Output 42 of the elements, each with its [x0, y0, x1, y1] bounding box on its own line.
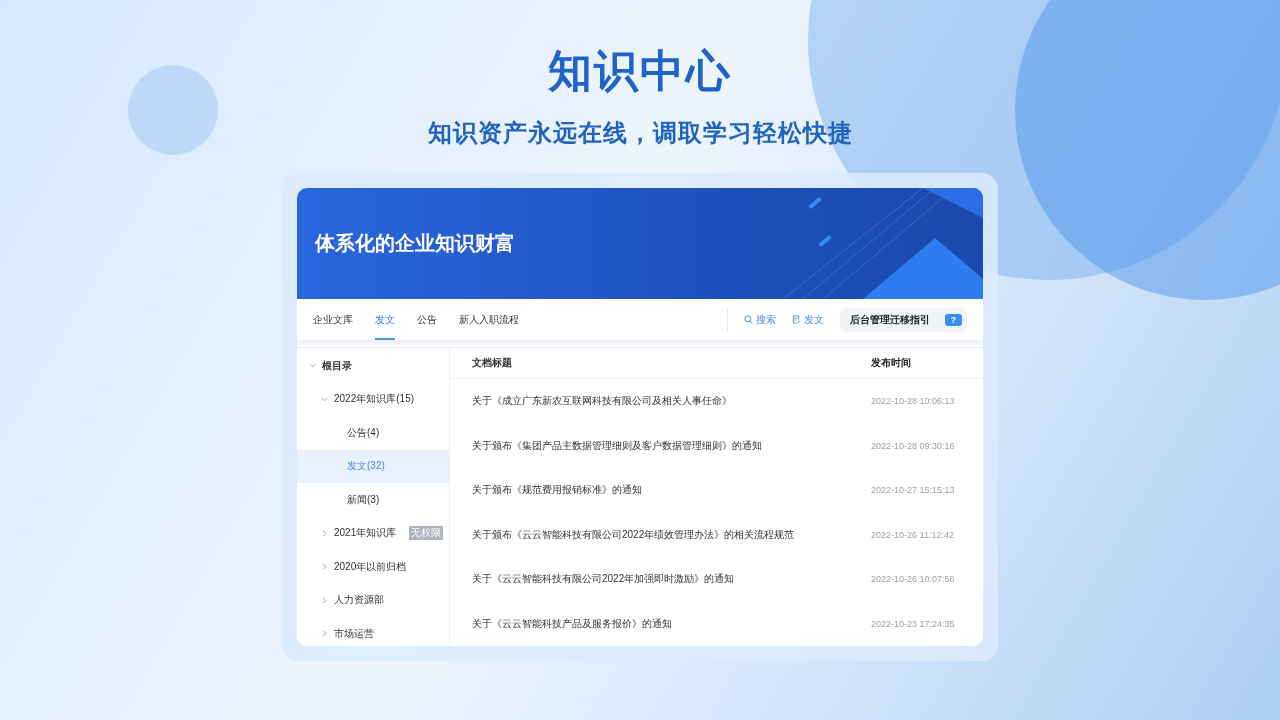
post-link[interactable]: 发文	[791, 312, 824, 327]
tree-item[interactable]: 人力资源部	[297, 583, 449, 617]
publish-time-cell-text: 2022-10-28 10:06:13	[871, 396, 956, 407]
document-title-cell[interactable]: 关于颁布《集团产品主数据管理细则及客户数据管理细则》的通知	[450, 438, 871, 453]
page-title: 知识中心	[548, 45, 732, 97]
nav-tab[interactable]: 企业文库	[313, 299, 353, 340]
publish-time-cell-text: 2022-10-26 10:07:56	[871, 574, 956, 585]
chevron-right-icon[interactable]	[321, 563, 328, 571]
publish-time-cell-text: 2022-10-26 11:12:42	[871, 529, 955, 540]
publish-time-cell-text: 2022-10-23 17:24:35	[871, 618, 956, 629]
tree-item[interactable]: 新闻(3)	[297, 483, 449, 517]
nav-tab[interactable]: 公告	[417, 299, 437, 340]
document-title-cell[interactable]: 关于《云云智能科技有限公司2022年加强即时激励》的通知	[450, 572, 871, 587]
column-header: 文档标题	[471, 356, 513, 370]
tree-item[interactable]: 2021年知识库 无权限	[297, 516, 449, 550]
document-title-cell[interactable]: 关于《云云智能科技产品及服务报价》的通知	[450, 616, 871, 631]
tree-item[interactable]: 2020年以前归档	[297, 550, 449, 584]
chevron-right-icon[interactable]	[321, 529, 328, 537]
tree-item[interactable]: 市场运营	[297, 617, 449, 646]
tree-item[interactable]: 2022年知识库(15)	[297, 382, 449, 416]
nav-tab[interactable]: 新人入职流程	[459, 299, 519, 340]
tree-item[interactable]: 根目录	[297, 349, 449, 383]
guide-button[interactable]: 后台管理迁移指引 ?	[839, 307, 967, 332]
help-badge: ?	[944, 313, 962, 326]
publish-time-cell-text: 2022-10-28 09:30:16	[871, 440, 956, 451]
document-title-cell[interactable]: 关于颁布《规范费用报销标准》的通知	[450, 483, 871, 498]
chevron-down-icon[interactable]	[321, 395, 328, 403]
document-edit-icon	[791, 315, 801, 324]
search-icon	[743, 315, 753, 324]
page-subtitle: 知识资产永远在线，调取学习轻松快捷	[427, 118, 853, 148]
nav-tab[interactable]: 发文	[375, 299, 395, 340]
publish-time-cell-text: 2022-10-27 15:15:13	[871, 485, 956, 496]
document-title-cell[interactable]: 关于《成立广东新农互联网科技有限公司及相关人事任命》	[450, 394, 871, 409]
column-header: 发布时间	[871, 356, 912, 370]
chevron-right-icon[interactable]	[321, 630, 328, 638]
document-title-cell[interactable]: 关于颁布《云云智能科技有限公司2022年绩效管理办法》的相关流程规范	[450, 527, 871, 542]
search-link[interactable]: 搜索	[743, 312, 776, 327]
chevron-down-icon[interactable]	[309, 362, 316, 370]
permission-badge: 无权限	[409, 526, 443, 541]
chevron-right-icon[interactable]	[321, 596, 328, 604]
banner-title: 体系化的企业知识财富	[315, 231, 515, 256]
tree-item[interactable]: 公告(4)	[297, 416, 449, 450]
